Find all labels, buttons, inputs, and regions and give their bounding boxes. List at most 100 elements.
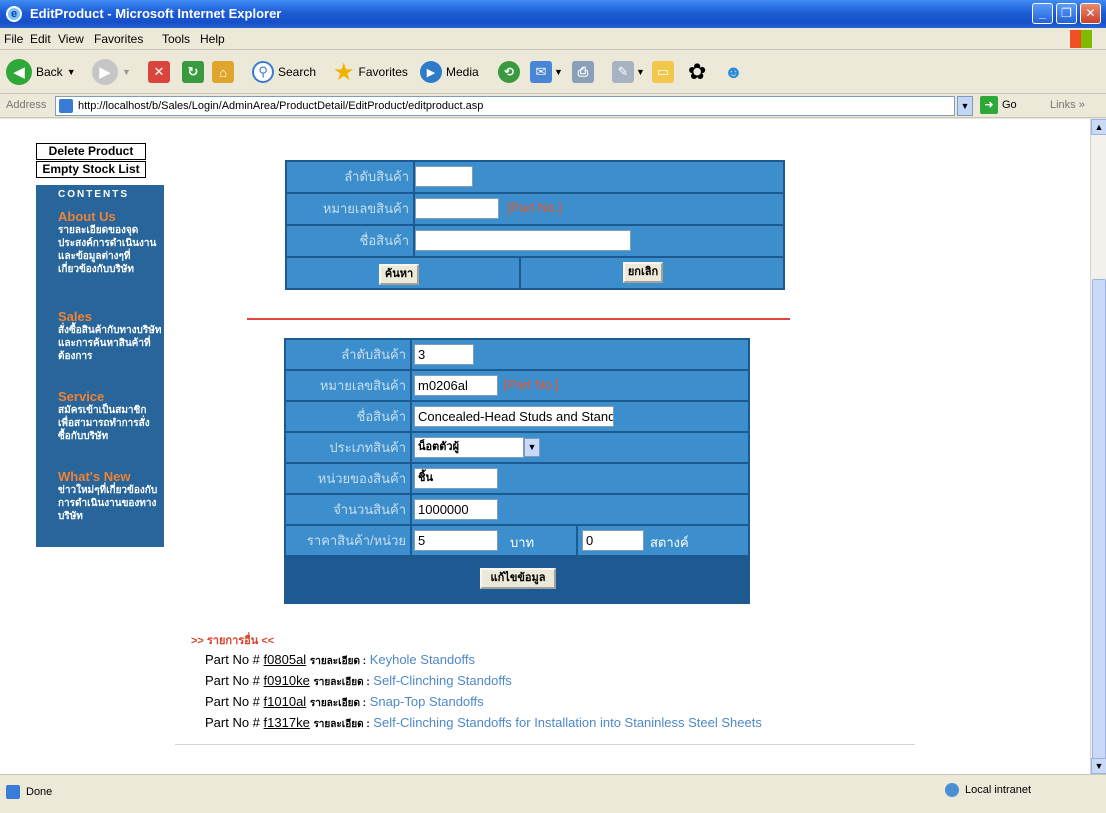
restore-button[interactable]: ❐ [1056, 3, 1077, 24]
forward-button[interactable]: ▶ ▼ [92, 56, 131, 88]
nav-whatsnew-title-text: What's New [58, 469, 131, 484]
edit-label-order: ลำดับสินค้า [286, 340, 410, 369]
history-button[interactable]: ⟲ [498, 56, 520, 88]
close-button[interactable]: ✕ [1080, 3, 1101, 24]
home-button[interactable]: ⌂ [212, 56, 234, 88]
part-name: Self-Clinching Standoffs [373, 673, 512, 688]
forward-arrow-icon: ▶ [92, 59, 118, 85]
edit-cell-order: 3 [412, 340, 748, 369]
empty-stock-list-button[interactable]: Empty Stock List [36, 161, 146, 178]
other-item-row: Part No # f0910ke รายละเอียด : Self-Clin… [205, 673, 512, 690]
nav-about-desc: รายละเอียดของจุดประสงค์การดำเนินงานและข้… [58, 225, 157, 275]
back-button[interactable]: ◀ Back ▼ [6, 56, 76, 88]
other-item-row: Part No # f1317ke รายละเอียด : Self-Clin… [205, 715, 762, 732]
media-button[interactable]: ▶ Media [420, 56, 479, 88]
part-link[interactable]: f1010al [264, 694, 307, 709]
edit-cell-unit: ชิ้น [412, 464, 748, 493]
back-arrow-icon: ◀ [6, 59, 32, 85]
chevron-down-icon[interactable]: ▼ [524, 438, 540, 457]
refresh-button[interactable]: ↻ [182, 56, 204, 88]
search-cell-partno: [Part No.] [415, 194, 783, 224]
address-dropdown-icon[interactable]: ▼ [957, 96, 973, 116]
edit-button[interactable]: ✎ ▼ [612, 56, 645, 88]
page-icon [59, 99, 73, 113]
cancel-button[interactable]: ยกเลิก [623, 262, 663, 283]
search-order-input[interactable] [415, 166, 473, 187]
menu-tools[interactable]: Tools [162, 32, 190, 46]
detail-label: รายละเอียด : [309, 698, 367, 709]
search-button-cell: ค้นหา [287, 258, 519, 288]
contacts-button[interactable]: ☻ [724, 56, 743, 88]
forward-dropdown-icon[interactable]: ▼ [122, 67, 131, 77]
edit-dropdown-icon[interactable]: ▼ [636, 67, 645, 77]
nav-sales-title[interactable]: Sales [58, 309, 162, 324]
menu-help[interactable]: Help [200, 32, 225, 46]
nav-whatsnew-title[interactable]: What's New [58, 469, 162, 484]
menu-file[interactable]: File [4, 32, 23, 46]
nav-section-about[interactable]: About Us รายละเอียดของจุดประสงค์การดำเนิ… [58, 209, 162, 276]
menu-favorites[interactable]: Favorites [94, 32, 143, 46]
search-cell-name [415, 226, 783, 256]
stop-button[interactable]: ✕ [148, 56, 170, 88]
edit-partno-input[interactable]: m0206al [414, 375, 498, 396]
ie-icon: e [6, 6, 22, 22]
scroll-down-icon[interactable]: ▼ [1091, 758, 1106, 774]
minimize-button[interactable]: _ [1032, 3, 1053, 24]
mail-dropdown-icon[interactable]: ▼ [554, 67, 563, 77]
media-icon: ▶ [420, 61, 442, 83]
part-name: Self-Clinching Standoffs for Installatio… [373, 715, 762, 730]
search-name-input[interactable] [415, 230, 631, 251]
nav-section-sales[interactable]: Sales สั่งซื้อสินค้ากับทางบริษัทและการค้… [58, 309, 162, 363]
print-button[interactable]: ⎙ [572, 56, 594, 88]
windows-logo-icon [1070, 30, 1092, 48]
edit-type-value: น็อตตัวผู้ [418, 441, 460, 453]
menu-view[interactable]: View [58, 32, 84, 46]
nav-about-title[interactable]: About Us [58, 209, 162, 224]
edit-unit-input[interactable]: ชิ้น [414, 468, 498, 489]
status-done: Done [6, 785, 52, 799]
contents-panel: CONTENTS About Us รายละเอียดของจุดประสงค… [36, 185, 164, 547]
edit-type-select[interactable]: น็อตตัวผู้ [414, 437, 524, 458]
edit-price-baht-input[interactable]: 5 [414, 530, 498, 551]
media-label: Media [446, 65, 479, 79]
title-bar: e EditProduct - Microsoft Internet Explo… [0, 0, 1106, 28]
zone-text: Local intranet [965, 784, 1032, 796]
menu-edit[interactable]: Edit [30, 32, 51, 46]
scroll-up-icon[interactable]: ▲ [1091, 119, 1106, 135]
back-label: Back [36, 65, 63, 79]
toolbar: ◀ Back ▼ ▶ ▼ ✕ ↻ ⌂ ⚲ Search ★ Favorites … [0, 50, 1106, 94]
search-button[interactable]: ค้นหา [379, 264, 419, 285]
vertical-scrollbar[interactable]: ▲ ▼ [1090, 119, 1106, 774]
address-input[interactable]: http://localhost/b/Sales/Login/AdminArea… [55, 96, 955, 116]
part-name: Keyhole Standoffs [369, 652, 475, 667]
links-button[interactable]: Links » [1050, 99, 1085, 111]
edit-name-input[interactable]: Concealed-Head Studs and Standoffs [414, 406, 614, 427]
star-icon: ★ [333, 58, 355, 86]
discuss-button[interactable]: ▭ [652, 56, 674, 88]
edit-price-satang-input[interactable]: 0 [582, 530, 644, 551]
back-dropdown-icon[interactable]: ▼ [67, 67, 76, 77]
search-partno-input[interactable] [415, 198, 499, 219]
nav-section-service[interactable]: Service สมัครเข้าเป็นสมาชิกเพื่อสามารถทำ… [58, 389, 162, 443]
nav-sales-desc: สั่งซื้อสินค้ากับทางบริษัทและการค้นหาสิน… [58, 325, 162, 362]
detail-label: รายละเอียด : [313, 677, 370, 688]
partno-prefix: Part No # [205, 694, 260, 709]
save-edit-button[interactable]: แก้ไขข้อมูล [480, 568, 556, 589]
edit-order-input[interactable]: 3 [414, 344, 474, 365]
mail-button[interactable]: ✉ ▼ [530, 56, 563, 88]
edit-label-price: ราคาสินค้า/หน่วย [286, 526, 410, 555]
search-button[interactable]: ⚲ Search [252, 56, 316, 88]
nav-section-whatsnew[interactable]: What's New ข่าวใหม่ๆที่เกี่ยวข้องกับการด… [58, 469, 162, 523]
favorites-button[interactable]: ★ Favorites [333, 56, 408, 88]
go-label: Go [1002, 99, 1017, 111]
delete-product-button[interactable]: Delete Product [36, 143, 146, 160]
edit-qty-input[interactable]: 1000000 [414, 499, 498, 520]
mail-icon: ✉ [530, 61, 552, 83]
scroll-thumb[interactable] [1092, 279, 1106, 759]
part-link[interactable]: f0805al [264, 652, 307, 667]
part-link[interactable]: f1317ke [264, 715, 310, 730]
nav-service-title[interactable]: Service [58, 389, 162, 404]
go-button[interactable]: ➜ Go [980, 96, 1017, 114]
messenger-button[interactable]: ✿ [688, 56, 706, 88]
part-link[interactable]: f0910ke [264, 673, 310, 688]
